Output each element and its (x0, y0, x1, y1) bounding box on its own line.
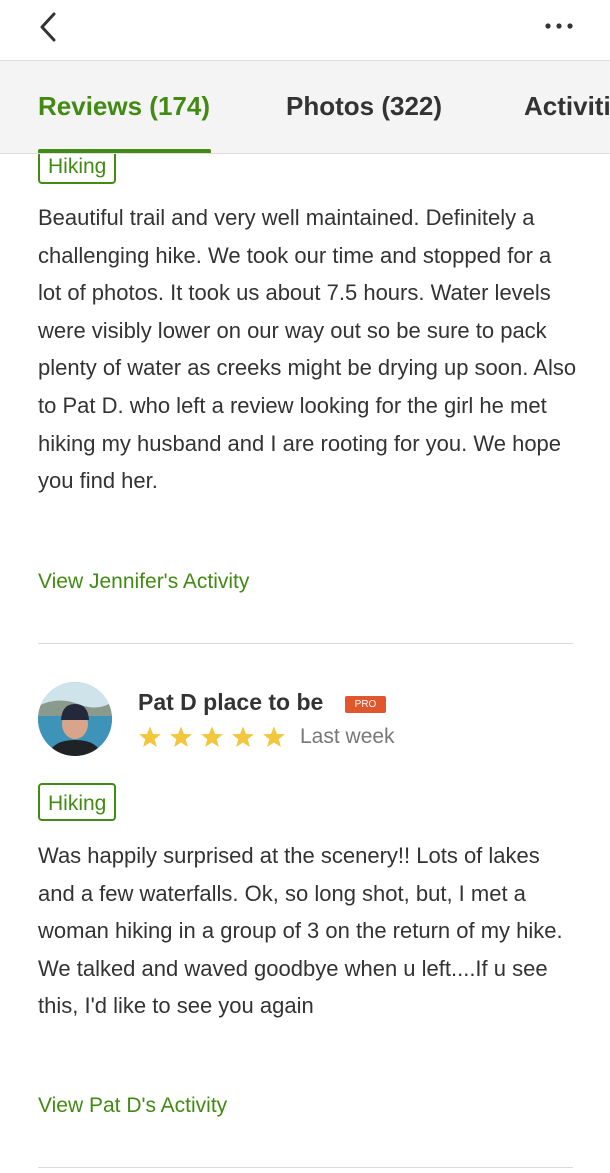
star-icon (232, 726, 254, 747)
reviews-list: Hiking Beautiful trail and very well mai… (0, 154, 610, 1173)
pro-badge: PRO (345, 696, 386, 713)
review-divider (38, 1167, 573, 1168)
activity-tag: Hiking (38, 783, 117, 821)
star-icon (263, 726, 285, 747)
view-activity-link[interactable]: View Pat D's Activity (38, 1094, 227, 1118)
back-button[interactable] (28, 6, 72, 50)
star-icon (201, 726, 223, 747)
tab-bar: Reviews (174) Photos (322) Activiti (0, 60, 610, 154)
view-activity-link[interactable]: View Jennifer's Activity (38, 570, 249, 594)
chevron-left-icon (40, 12, 56, 42)
review-text: Was happily surprised at the scenery!! L… (38, 843, 563, 1019)
tab-activities[interactable]: Activiti (524, 91, 610, 122)
star-icon (170, 726, 192, 747)
avatar[interactable] (38, 682, 112, 756)
star-icon (139, 726, 161, 747)
more-options-button[interactable] (538, 8, 582, 44)
activity-tag: Hiking (38, 154, 117, 184)
review-date: Last week (300, 725, 395, 748)
reviewer-name[interactable]: Pat D place to be (138, 689, 323, 716)
review-text: Beautiful trail and very well maintained… (38, 205, 577, 494)
tab-reviews[interactable]: Reviews (174) (38, 91, 210, 122)
review-divider (38, 643, 573, 644)
user-photo-icon (38, 682, 112, 756)
tab-photos[interactable]: Photos (322) (286, 91, 442, 122)
top-bar (0, 0, 610, 60)
ellipsis-icon (545, 23, 573, 29)
